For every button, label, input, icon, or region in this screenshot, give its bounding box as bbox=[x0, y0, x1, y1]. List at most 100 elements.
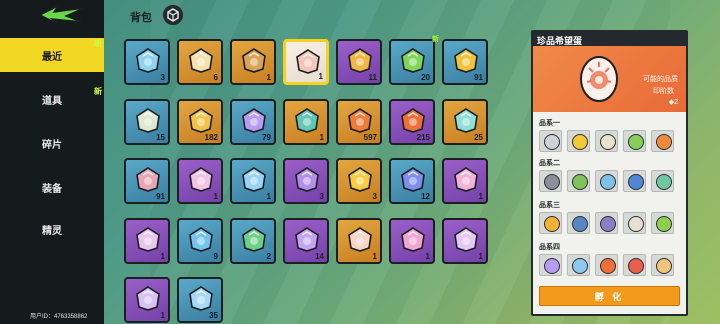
inventory-slot[interactable]: 12 bbox=[389, 158, 435, 204]
bag-info-icon[interactable] bbox=[163, 5, 183, 25]
back-arrow-icon[interactable] bbox=[36, 4, 88, 26]
mushroom-spirit-icon bbox=[628, 258, 644, 274]
inventory-slot[interactable]: 1 bbox=[230, 39, 276, 85]
inventory-slot[interactable]: 35 bbox=[177, 277, 223, 323]
inventory-slot[interactable]: 3 bbox=[124, 39, 170, 85]
inventory-slot[interactable]: 15 bbox=[124, 98, 170, 145]
inventory-slot[interactable]: 1 bbox=[442, 158, 488, 204]
item-quantity: 215 bbox=[416, 132, 430, 142]
torn-scroll-icon bbox=[136, 167, 160, 192]
blue-potion-icon bbox=[242, 167, 266, 192]
hatch-button[interactable]: 孵 化 bbox=[539, 286, 680, 306]
sidebar-item-props[interactable]: 道具 bbox=[0, 82, 104, 116]
inventory-slot[interactable]: 1 bbox=[442, 217, 488, 264]
sidebar-item-fragments[interactable]: 碎片 bbox=[0, 126, 104, 160]
inventory-slot[interactable]: 6 bbox=[177, 39, 223, 85]
hourglass-icon bbox=[189, 48, 213, 73]
inventory-slot[interactable]: 79 bbox=[230, 98, 276, 145]
group-label: 品系三 bbox=[539, 202, 560, 209]
green-potion-icon bbox=[242, 226, 266, 252]
item-quantity: 3 bbox=[319, 192, 324, 201]
spirit-slot[interactable] bbox=[595, 170, 618, 192]
inventory-slot[interactable]: 1 bbox=[230, 158, 276, 204]
gold-crystal-icon bbox=[348, 167, 372, 192]
bunny-spirit-icon bbox=[544, 258, 560, 274]
spirit-slot[interactable] bbox=[623, 130, 646, 152]
inventory-slot[interactable]: 1 bbox=[124, 277, 170, 323]
green-fruit-icon bbox=[401, 48, 425, 73]
cat-badge-icon bbox=[348, 226, 372, 252]
item-quantity: 3 bbox=[160, 73, 165, 82]
inventory-slot[interactable]: 14 bbox=[283, 217, 329, 264]
inventory-slot[interactable]: 1 bbox=[124, 217, 170, 264]
inventory-slot[interactable]: 1 bbox=[177, 158, 223, 204]
spirit-slot[interactable] bbox=[567, 212, 590, 234]
inventory-slot[interactable]: 9 bbox=[177, 217, 223, 264]
inventory-slot[interactable]: 1 bbox=[389, 217, 435, 264]
spirit-slot[interactable] bbox=[539, 130, 562, 152]
item-quantity: 182 bbox=[204, 132, 218, 142]
sidebar-item-equipment[interactable]: 装备 bbox=[0, 170, 104, 204]
sheep-spirit-icon bbox=[600, 134, 616, 150]
spirit-slot[interactable] bbox=[595, 130, 618, 152]
fox-spirit-icon bbox=[656, 134, 672, 150]
spirit-slot[interactable] bbox=[651, 254, 674, 276]
inventory-slot[interactable]: 3 bbox=[336, 158, 382, 204]
inventory-slot[interactable]: 91 bbox=[442, 39, 488, 85]
inventory-slot[interactable]: 1 bbox=[283, 98, 329, 145]
spirit-slot[interactable] bbox=[595, 254, 618, 276]
spirit-slot[interactable] bbox=[623, 170, 646, 192]
seal-count-label: 印阶数 bbox=[653, 88, 674, 95]
inventory-slot[interactable]: 215 bbox=[389, 98, 435, 145]
water-spirit-icon bbox=[628, 174, 644, 190]
juice-cup-icon bbox=[348, 107, 372, 133]
spirit-slot[interactable] bbox=[539, 212, 562, 234]
item-quantity: 14 bbox=[315, 251, 324, 261]
spirit-slot[interactable] bbox=[539, 254, 562, 276]
inventory-slot[interactable]: 182 bbox=[177, 98, 223, 145]
inventory-slot[interactable]: 2 bbox=[230, 217, 276, 264]
inventory-slot[interactable]: 25 bbox=[442, 98, 488, 145]
inventory-slot[interactable]: 1 bbox=[283, 39, 329, 85]
spirit-slot[interactable] bbox=[567, 254, 590, 276]
sidebar-item-spirits[interactable]: 精灵 bbox=[0, 212, 104, 246]
sidebar-item-label: 道具 bbox=[42, 95, 62, 107]
spirit-slot[interactable] bbox=[651, 130, 674, 152]
puzzle-shard-icon bbox=[189, 167, 213, 192]
robot-spirit-icon bbox=[544, 174, 560, 190]
sauce-bottle-icon bbox=[401, 107, 425, 133]
feather-leaf-icon bbox=[136, 107, 160, 133]
item-quantity: 91 bbox=[156, 192, 165, 201]
flower-spirit-icon bbox=[656, 174, 672, 190]
inventory-slot[interactable]: 3 bbox=[283, 158, 329, 204]
sidebar-item-recent[interactable]: 最近 bbox=[0, 38, 104, 72]
item-quantity: 12 bbox=[421, 192, 430, 201]
item-detail-panel: 珍品希望蛋 可能的品质 印阶数 ◆2 品系一 品系二 品系三 品系四 孵 化 bbox=[531, 30, 688, 316]
spirit-slot[interactable] bbox=[539, 170, 562, 192]
item-quantity: 1 bbox=[266, 73, 271, 82]
spirit-slot[interactable] bbox=[567, 170, 590, 192]
inventory-slot[interactable]: 91 bbox=[124, 158, 170, 204]
frog-spirit-icon bbox=[628, 134, 644, 150]
item-quantity: 15 bbox=[156, 132, 165, 142]
page-title: 背包 bbox=[130, 12, 152, 24]
map-scroll-icon bbox=[136, 48, 160, 73]
spirit-slot[interactable] bbox=[567, 130, 590, 152]
cloud-spirit-icon bbox=[628, 216, 644, 232]
bee-spirit-icon bbox=[544, 216, 560, 232]
spirit-slot[interactable] bbox=[595, 212, 618, 234]
spirit-slot[interactable] bbox=[623, 254, 646, 276]
new-badge: 新 bbox=[94, 39, 102, 48]
inventory-slot[interactable]: 597 bbox=[336, 98, 382, 145]
sidebar-item-label: 最近 bbox=[42, 51, 62, 63]
stone-tablet-icon bbox=[295, 167, 319, 192]
spirit-slot[interactable] bbox=[651, 212, 674, 234]
spirit-flower-icon bbox=[295, 107, 319, 133]
inventory-slot[interactable]: 20 bbox=[389, 39, 435, 85]
item-quantity: 1 bbox=[425, 251, 430, 261]
item-quantity: 79 bbox=[262, 132, 271, 142]
inventory-slot[interactable]: 11 bbox=[336, 39, 382, 85]
spirit-slot[interactable] bbox=[623, 212, 646, 234]
inventory-slot[interactable]: 1 bbox=[336, 217, 382, 264]
spirit-slot[interactable] bbox=[651, 170, 674, 192]
